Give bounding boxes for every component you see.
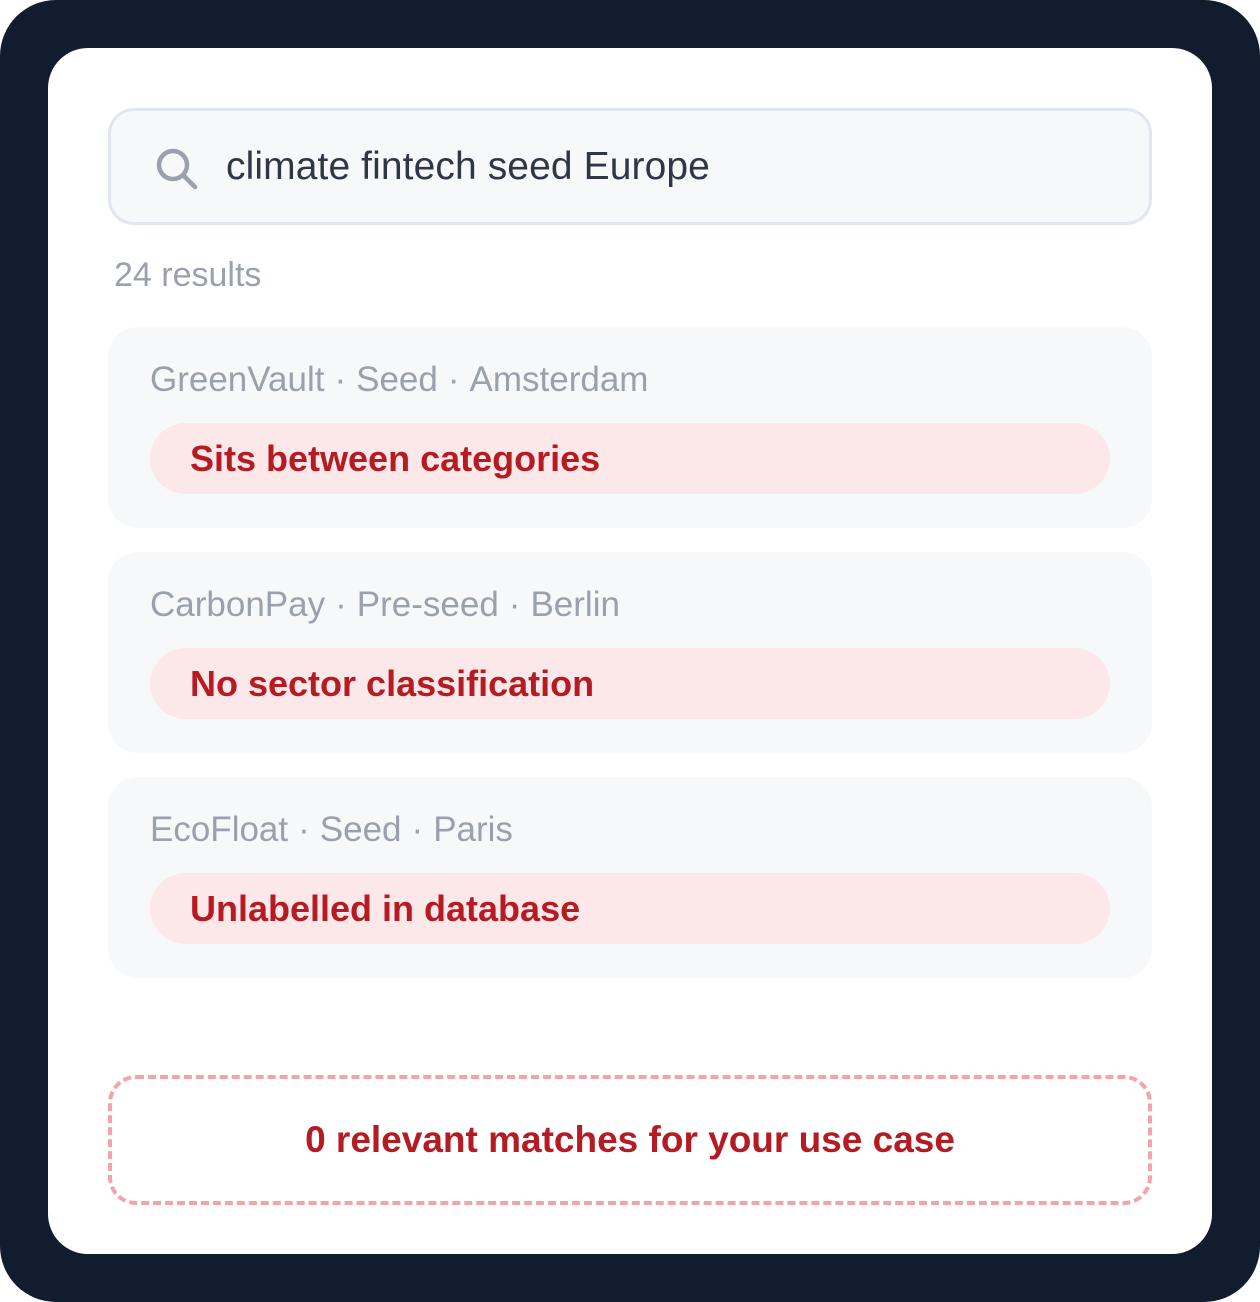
results-count: 24 results (114, 256, 262, 294)
result-card[interactable]: CarbonPay · Pre-seed · Berlin No sector clas… (108, 552, 1152, 753)
funding-stage: Seed (356, 360, 438, 399)
separator: · (298, 810, 310, 849)
search-icon (156, 148, 198, 190)
separator: · (334, 360, 347, 399)
result-meta: GreenVault · Seed · Amsterdam (150, 360, 648, 400)
company-city: Berlin (530, 585, 620, 624)
relevance-summary: 0 relevant matches for your use case (108, 1075, 1152, 1205)
search-panel: climate fintech seed Europe 24 results G… (48, 48, 1212, 1254)
warning-tag: Unlabelled in database (150, 873, 1110, 944)
separator: · (508, 585, 521, 624)
company-city: Amsterdam (469, 360, 649, 399)
search-bar[interactable]: climate fintech seed Europe (108, 108, 1152, 225)
separator: · (411, 810, 424, 849)
company-city: Paris (433, 810, 513, 849)
funding-stage: Seed (319, 810, 402, 849)
result-meta: EcoFloat · Seed · Paris (150, 810, 513, 850)
company-name: CarbonPay (150, 585, 326, 624)
separator: · (447, 360, 460, 399)
search-input[interactable]: climate fintech seed Europe (226, 111, 710, 222)
separator: · (335, 585, 347, 624)
app-frame: climate fintech seed Europe 24 results G… (0, 0, 1260, 1302)
company-name: EcoFloat (150, 810, 289, 849)
company-name: GreenVault (150, 360, 325, 399)
warning-tag: Sits between categories (150, 423, 1110, 494)
funding-stage: Pre-seed (356, 585, 499, 624)
result-meta: CarbonPay · Pre-seed · Berlin (150, 585, 620, 625)
warning-tag: No sector classification (150, 648, 1110, 719)
result-card[interactable]: GreenVault · Seed · Amsterdam Sits between c… (108, 327, 1152, 528)
result-card[interactable]: EcoFloat · Seed · Paris Unlabelled in databa… (108, 777, 1152, 978)
